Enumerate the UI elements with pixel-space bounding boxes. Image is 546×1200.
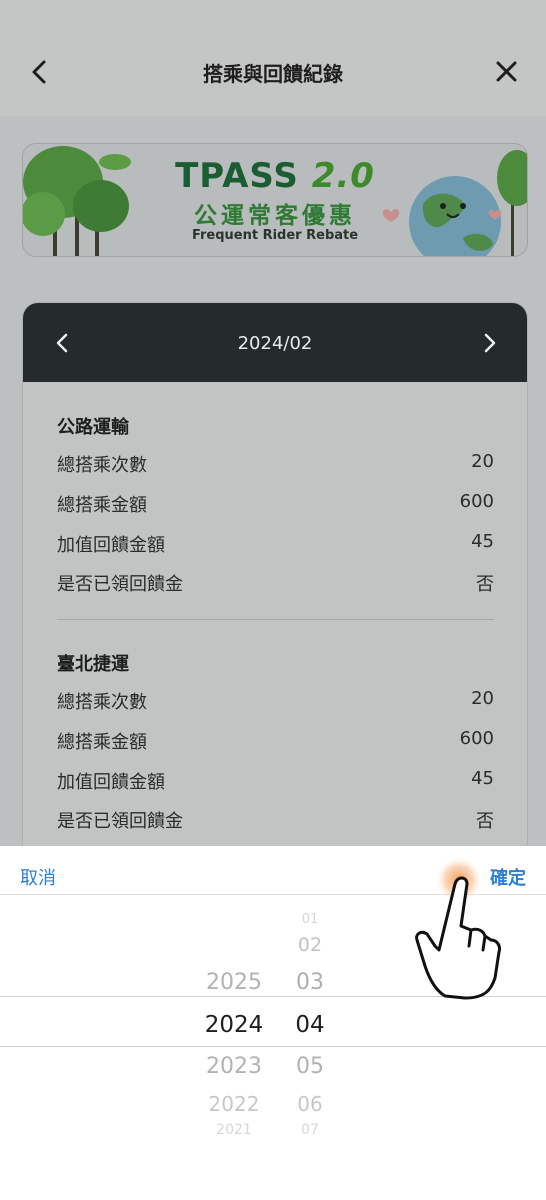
month-option[interactable]: 02 bbox=[288, 934, 332, 956]
stat-label: 總搭乘次數 bbox=[57, 692, 147, 713]
screen: 搭乘與回饋紀錄 TPASS 2.0 公運常客優惠 Frequent Rider … bbox=[0, 0, 546, 1200]
tpass-banner: TPASS 2.0 公運常客優惠 Frequent Rider Rebate bbox=[22, 143, 528, 257]
stat-value: 20 bbox=[471, 688, 494, 709]
month-label: 2024/02 bbox=[237, 333, 313, 354]
year-option[interactable]: 2025 bbox=[196, 970, 272, 995]
stat-value: 否 bbox=[476, 574, 494, 595]
tpass-word: TPASS bbox=[175, 156, 299, 196]
close-button[interactable] bbox=[488, 52, 528, 92]
year-option[interactable]: 2021 bbox=[196, 1122, 272, 1138]
year-option-selected[interactable]: 2024 bbox=[196, 1012, 272, 1038]
close-icon bbox=[496, 61, 517, 82]
stat-label: 加值回饋金額 bbox=[57, 535, 165, 556]
year-option[interactable]: 2022 bbox=[196, 1092, 272, 1116]
stat-value: 20 bbox=[471, 451, 494, 472]
month-option-selected[interactable]: 04 bbox=[288, 1012, 332, 1038]
stat-value: 600 bbox=[459, 491, 494, 512]
stat-value: 45 bbox=[471, 768, 494, 789]
stat-value: 600 bbox=[459, 728, 494, 749]
cancel-button[interactable]: 取消 bbox=[20, 864, 56, 890]
stat-label: 加值回饋金額 bbox=[57, 772, 165, 793]
year-option[interactable]: 2023 bbox=[196, 1054, 272, 1079]
stat-value: 否 bbox=[476, 811, 494, 832]
tap-hand-icon bbox=[415, 856, 501, 1000]
stat-row: 總搭乘金額 600 bbox=[57, 491, 494, 519]
stat-value: 45 bbox=[471, 531, 494, 552]
section-divider bbox=[57, 619, 494, 620]
rebate-record-page: 搭乘與回饋紀錄 TPASS 2.0 公運常客優惠 Frequent Rider … bbox=[0, 0, 546, 846]
section-title-taipei-metro: 臺北捷運 bbox=[57, 654, 129, 675]
stat-row: 加值回饋金額 45 bbox=[57, 531, 494, 559]
record-card: 2024/02 公路運輸 總搭乘次數 20 總搭乘金額 600 加值回饋金額 4… bbox=[22, 302, 528, 846]
stat-row: 加值回饋金額 45 bbox=[57, 768, 494, 796]
tpass-logo-text: TPASS 2.0 bbox=[23, 156, 527, 196]
month-option[interactable]: 05 bbox=[288, 1054, 332, 1079]
page-title: 搭乘與回饋紀錄 bbox=[203, 62, 343, 86]
chevron-right-icon bbox=[484, 333, 496, 353]
stat-label: 總搭乘金額 bbox=[57, 495, 147, 516]
month-option[interactable]: 06 bbox=[288, 1092, 332, 1116]
stat-row: 總搭乘金額 600 bbox=[57, 728, 494, 756]
stat-label: 是否已領回饋金 bbox=[57, 574, 183, 595]
banner-subtitle-en: Frequent Rider Rebate bbox=[191, 228, 359, 243]
section-title-highway: 公路運輸 bbox=[57, 417, 129, 438]
stat-label: 總搭乘次數 bbox=[57, 455, 147, 476]
month-option[interactable]: 01 bbox=[288, 912, 332, 927]
next-month-button[interactable] bbox=[469, 323, 505, 363]
stat-label: 總搭乘金額 bbox=[57, 732, 147, 753]
banner-title-cn: 公運常客優惠 bbox=[194, 203, 356, 229]
stat-row: 總搭乘次數 20 bbox=[57, 451, 494, 479]
selection-bottom-line bbox=[0, 1046, 546, 1047]
top-bar: 搭乘與回饋紀錄 bbox=[0, 0, 546, 116]
tpass-version: 2.0 bbox=[311, 156, 375, 196]
month-navigator: 2024/02 bbox=[23, 303, 527, 382]
month-option[interactable]: 03 bbox=[288, 970, 332, 995]
stat-row: 總搭乘次數 20 bbox=[57, 688, 494, 716]
month-option[interactable]: 07 bbox=[288, 1122, 332, 1138]
stat-label: 是否已領回饋金 bbox=[57, 811, 183, 832]
stat-row: 是否已領回饋金 否 bbox=[57, 807, 494, 835]
stat-row: 是否已領回饋金 否 bbox=[57, 570, 494, 598]
